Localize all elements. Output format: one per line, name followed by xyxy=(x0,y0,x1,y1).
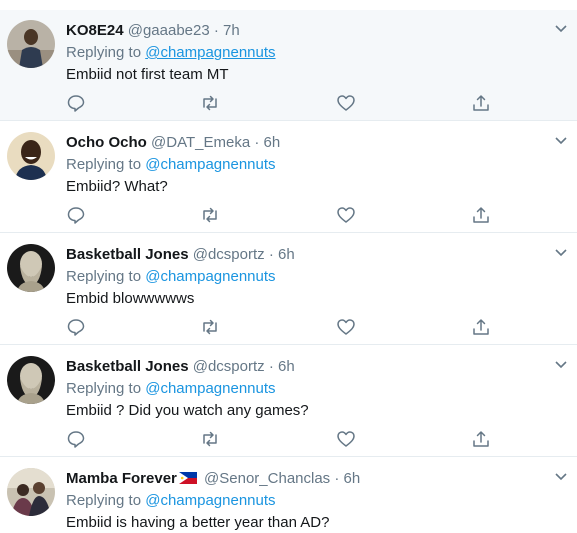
separator: · xyxy=(268,358,274,375)
display-name[interactable]: Basketball Jones xyxy=(66,358,189,375)
like-button[interactable] xyxy=(336,205,356,225)
timestamp[interactable]: 6h xyxy=(264,134,281,151)
tweet[interactable]: Basketball Jones @dcsportz · 6h Replying… xyxy=(0,346,577,457)
bust-statue-icon xyxy=(7,244,55,292)
display-name[interactable]: Ocho Ocho xyxy=(66,134,147,151)
avatar[interactable] xyxy=(7,132,55,180)
heart-icon xyxy=(337,319,355,335)
handle[interactable]: @dcsportz xyxy=(193,246,265,263)
separator: · xyxy=(213,22,219,39)
tweet[interactable]: Ocho Ocho @DAT_Emeka · 6h Replying to @c… xyxy=(0,122,577,233)
timestamp[interactable]: 6h xyxy=(344,470,361,487)
retweet-icon xyxy=(203,431,217,447)
replying-to: Replying to @champagnennuts xyxy=(66,43,276,63)
philippines-flag-icon xyxy=(178,472,197,484)
reply-button[interactable] xyxy=(66,93,86,113)
replying-prefix: Replying to xyxy=(66,268,142,285)
replying-to: Replying to @champagnennuts xyxy=(66,155,276,175)
retweet-button[interactable] xyxy=(200,429,220,449)
tweet-text: Embiid? What? xyxy=(66,178,168,195)
retweet-button[interactable] xyxy=(200,317,220,337)
mention-link[interactable]: @champagnennuts xyxy=(145,44,275,61)
replying-prefix: Replying to xyxy=(66,380,142,397)
chevron-down-icon[interactable] xyxy=(554,23,568,33)
tweet-header: KO8E24 @gaaabe23 · 7h xyxy=(66,21,240,41)
timestamp[interactable]: 7h xyxy=(223,22,240,39)
chevron-down-icon[interactable] xyxy=(554,135,568,145)
display-name[interactable]: Mamba Forever xyxy=(66,470,177,487)
heart-icon xyxy=(337,95,355,111)
replying-to: Replying to @champagnennuts xyxy=(66,491,276,511)
tweet-header: Basketball Jones @dcsportz · 6h xyxy=(66,357,295,377)
share-button[interactable] xyxy=(471,93,491,113)
chevron-down-icon[interactable] xyxy=(554,359,568,369)
like-button[interactable] xyxy=(336,429,356,449)
person-photo-icon xyxy=(7,20,55,68)
avatar[interactable] xyxy=(7,356,55,404)
display-name[interactable]: Basketball Jones xyxy=(66,246,189,263)
separator: · xyxy=(254,134,260,151)
mention-link[interactable]: @champagnennuts xyxy=(145,268,275,285)
tweet[interactable]: KO8E24 @gaaabe23 · 7h Replying to @champ… xyxy=(0,10,577,121)
reply-icon xyxy=(67,207,85,224)
mention-link[interactable]: @champagnennuts xyxy=(145,492,275,509)
avatar[interactable] xyxy=(7,468,55,516)
reply-icon xyxy=(67,319,85,336)
avatar[interactable] xyxy=(7,20,55,68)
like-button[interactable] xyxy=(336,317,356,337)
chevron-down-icon[interactable] xyxy=(554,471,568,481)
replying-prefix: Replying to xyxy=(66,44,142,61)
tweet-text: Embiid ? Did you watch any games? xyxy=(66,402,309,419)
mention-link[interactable]: @champagnennuts xyxy=(145,380,275,397)
share-icon xyxy=(473,431,489,447)
tweet-text: Embid blowwwwws xyxy=(66,290,195,307)
handle[interactable]: @Senor_Chanclas xyxy=(204,470,330,487)
reply-button[interactable] xyxy=(66,205,86,225)
share-button[interactable] xyxy=(471,205,491,225)
timestamp[interactable]: 6h xyxy=(278,246,295,263)
tweet-header: Basketball Jones @dcsportz · 6h xyxy=(66,245,295,265)
tweet-text: Embiid is having a better year than AD? xyxy=(66,514,330,531)
replying-to: Replying to @champagnennuts xyxy=(66,379,276,399)
replying-prefix: Replying to xyxy=(66,492,142,509)
separator: · xyxy=(268,246,274,263)
share-icon xyxy=(473,207,489,223)
tweet-header: Mamba Forever @Senor_Chanclas · 6h xyxy=(66,469,360,489)
bust-statue-icon xyxy=(7,356,55,404)
chevron-down-icon[interactable] xyxy=(554,247,568,257)
heart-icon xyxy=(337,431,355,447)
like-button[interactable] xyxy=(336,93,356,113)
avatar[interactable] xyxy=(7,244,55,292)
retweet-button[interactable] xyxy=(200,205,220,225)
group-photo-icon xyxy=(7,468,55,516)
reply-icon xyxy=(67,95,85,112)
reply-button[interactable] xyxy=(66,317,86,337)
heart-icon xyxy=(337,207,355,223)
retweet-button[interactable] xyxy=(200,93,220,113)
timestamp[interactable]: 6h xyxy=(278,358,295,375)
handle[interactable]: @gaaabe23 xyxy=(128,22,210,39)
share-icon xyxy=(473,95,489,111)
separator: · xyxy=(334,470,340,487)
retweet-icon xyxy=(203,95,217,111)
replying-prefix: Replying to xyxy=(66,156,142,173)
reply-button[interactable] xyxy=(66,429,86,449)
replying-to: Replying to @champagnennuts xyxy=(66,267,276,287)
tweet[interactable]: Mamba Forever @Senor_Chanclas · 6h Reply… xyxy=(0,458,577,531)
share-button[interactable] xyxy=(471,317,491,337)
tweet-header: Ocho Ocho @DAT_Emeka · 6h xyxy=(66,133,280,153)
share-icon xyxy=(473,319,489,335)
retweet-icon xyxy=(203,319,217,335)
tweet-text: Embiid not first team MT xyxy=(66,66,229,83)
retweet-icon xyxy=(203,207,217,223)
share-button[interactable] xyxy=(471,429,491,449)
handle[interactable]: @dcsportz xyxy=(193,358,265,375)
mention-link[interactable]: @champagnennuts xyxy=(145,156,275,173)
smiling-man-photo-icon xyxy=(7,132,55,180)
tweet[interactable]: Basketball Jones @dcsportz · 6h Replying… xyxy=(0,234,577,345)
handle[interactable]: @DAT_Emeka xyxy=(151,134,250,151)
display-name[interactable]: KO8E24 xyxy=(66,22,124,39)
reply-icon xyxy=(67,431,85,448)
